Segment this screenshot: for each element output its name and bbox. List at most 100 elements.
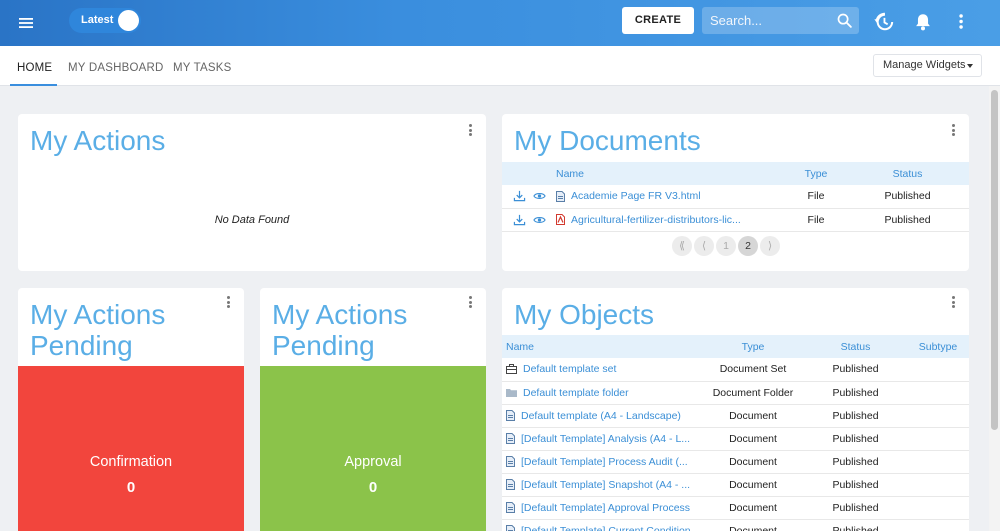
create-button[interactable]: CREATE: [622, 7, 694, 34]
table-row[interactable]: [Default Template] Analysis (A4 - L... Do…: [502, 427, 969, 451]
document-type-cell: File: [786, 208, 846, 232]
object-type-cell: Document: [702, 519, 804, 531]
download-icon[interactable]: [513, 190, 526, 202]
column-header-name[interactable]: Name: [502, 335, 702, 358]
object-name-cell: Default template folder: [502, 381, 702, 405]
object-subtype-cell: [907, 496, 969, 520]
column-header-status[interactable]: Status: [846, 162, 969, 185]
object-subtype-cell: [907, 473, 969, 497]
object-status-cell: Published: [804, 427, 907, 451]
object-name-link[interactable]: [Default Template] Snapshot (A4 - ...: [521, 479, 690, 491]
document-name-cell: Agricultural-fertilizer-distributors-lic…: [556, 208, 786, 232]
actions-pending-title-line1: My Actions: [30, 299, 166, 330]
next-page-button[interactable]: ⟩: [760, 236, 780, 256]
document-type-cell: File: [786, 185, 846, 209]
briefcase-icon: [506, 364, 517, 375]
pagination: ⟪ ⟨ 1 2 ⟩: [672, 236, 782, 256]
approval-tile[interactable]: Approval 0: [260, 366, 486, 531]
search-icon[interactable]: [836, 12, 853, 29]
document-name-link[interactable]: Agricultural-fertilizer-distributors-lic…: [571, 214, 741, 226]
object-name-link[interactable]: [Default Template] Approval Process: [521, 502, 690, 514]
widget-menu-icon[interactable]: [950, 296, 956, 310]
more-vertical-icon[interactable]: [951, 11, 973, 33]
column-header-subtype[interactable]: Subtype: [907, 335, 969, 358]
my-objects-title: My Objects: [514, 299, 655, 330]
my-documents-title: My Documents: [514, 125, 701, 156]
object-status-cell: Published: [804, 381, 907, 405]
object-status-cell: Published: [804, 519, 907, 531]
confirmation-tile[interactable]: Confirmation 0: [18, 366, 244, 531]
column-header-name[interactable]: Name: [556, 162, 786, 185]
object-name-link[interactable]: [Default Template] Process Audit (...: [521, 456, 688, 468]
object-name-cell: Default template (A4 - Landscape): [502, 404, 702, 428]
table-row[interactable]: Default template folder Document Folder Pu…: [502, 381, 969, 405]
table-row[interactable]: [Default Template] Current Condition Docu…: [502, 519, 969, 531]
tab-bar: HOME MY DASHBOARD MY TASKS: [0, 46, 1000, 86]
tab-home[interactable]: HOME: [17, 62, 52, 74]
column-header-status[interactable]: Status: [804, 335, 907, 358]
object-name-cell: [Default Template] Process Audit (...: [502, 450, 702, 474]
object-name-link[interactable]: Default template (A4 - Landscape): [521, 410, 681, 422]
table-row[interactable]: Default template set Document Set Publishe…: [502, 358, 969, 382]
html-file-icon: [556, 190, 565, 202]
table-row[interactable]: [Default Template] Snapshot (A4 - ... Doc…: [502, 473, 969, 497]
column-header-type[interactable]: Type: [786, 162, 846, 185]
table-row[interactable]: Academie Page FR V3.html File Published: [502, 185, 969, 209]
confirmation-label: Confirmation: [89, 454, 173, 470]
object-name-link[interactable]: [Default Template] Analysis (A4 - L...: [521, 433, 690, 445]
object-name-link[interactable]: Default template folder: [523, 387, 629, 399]
actions-pending-title-line1: My Actions: [272, 299, 408, 330]
object-name-link[interactable]: [Default Template] Current Condition: [521, 525, 691, 531]
confirmation-count: 0: [126, 479, 136, 496]
document-name-link[interactable]: Academie Page FR V3.html: [571, 190, 701, 202]
page-1-button[interactable]: 1: [716, 236, 736, 256]
object-type-cell: Document: [702, 404, 804, 428]
view-eye-icon[interactable]: [532, 191, 546, 201]
approval-label: Approval: [344, 454, 402, 470]
widget-menu-icon[interactable]: [467, 124, 473, 138]
actions-pending-confirmation-widget: My Actions Pending Confirmation 0: [18, 288, 244, 531]
download-icon[interactable]: [513, 214, 526, 226]
pdf-file-icon: [556, 214, 565, 226]
object-status-cell: Published: [804, 404, 907, 428]
row-actions: [502, 208, 556, 232]
document-icon: [506, 479, 515, 491]
objects-table: Name Type Status Subtype Default templat…: [502, 335, 969, 531]
first-page-button[interactable]: ⟪: [672, 236, 692, 256]
history-icon[interactable]: [873, 11, 895, 33]
object-type-cell: Document: [702, 427, 804, 451]
object-type-cell: Document Set: [702, 358, 804, 382]
prev-page-button[interactable]: ⟨: [694, 236, 714, 256]
page-2-button[interactable]: 2: [738, 236, 758, 256]
object-subtype-cell: [907, 450, 969, 474]
manage-widgets-button[interactable]: Manage Widgets: [873, 54, 982, 77]
tab-my-dashboard[interactable]: MY DASHBOARD: [68, 62, 163, 74]
table-row[interactable]: [Default Template] Approval Process Docum…: [502, 496, 969, 520]
object-name-link[interactable]: Default template set: [523, 363, 616, 375]
bell-notification-icon[interactable]: [912, 11, 934, 33]
my-documents-widget: My Documents Name Type Status Academie P…: [502, 114, 969, 271]
scrollbar-thumb[interactable]: [991, 90, 998, 430]
no-data-text: No Data Found: [214, 214, 290, 226]
documents-table: Name Type Status Academie Page FR V3.htm…: [502, 162, 969, 232]
objects-header-row: Name Type Status Subtype: [502, 335, 969, 358]
document-icon: [506, 456, 515, 468]
widget-menu-icon[interactable]: [950, 124, 956, 138]
view-eye-icon[interactable]: [532, 215, 546, 225]
object-name-cell: [Default Template] Snapshot (A4 - ...: [502, 473, 702, 497]
latest-toggle[interactable]: Latest: [69, 8, 141, 33]
table-row[interactable]: Agricultural-fertilizer-distributors-lic…: [502, 208, 969, 232]
widget-menu-icon[interactable]: [467, 296, 473, 310]
search-input[interactable]: [702, 7, 832, 34]
object-status-cell: Published: [804, 473, 907, 497]
table-row[interactable]: Default template (A4 - Landscape) Documen…: [502, 404, 969, 428]
column-header-type[interactable]: Type: [702, 335, 804, 358]
hamburger-menu-icon[interactable]: [14, 11, 38, 35]
widget-menu-icon[interactable]: [225, 296, 231, 310]
tab-my-tasks[interactable]: MY TASKS: [173, 62, 231, 74]
object-status-cell: Published: [804, 358, 907, 382]
folder-icon: [506, 388, 517, 398]
table-row[interactable]: [Default Template] Process Audit (... Doc…: [502, 450, 969, 474]
document-icon: [506, 433, 515, 445]
actions-pending-title-line2: Pending: [272, 330, 375, 361]
